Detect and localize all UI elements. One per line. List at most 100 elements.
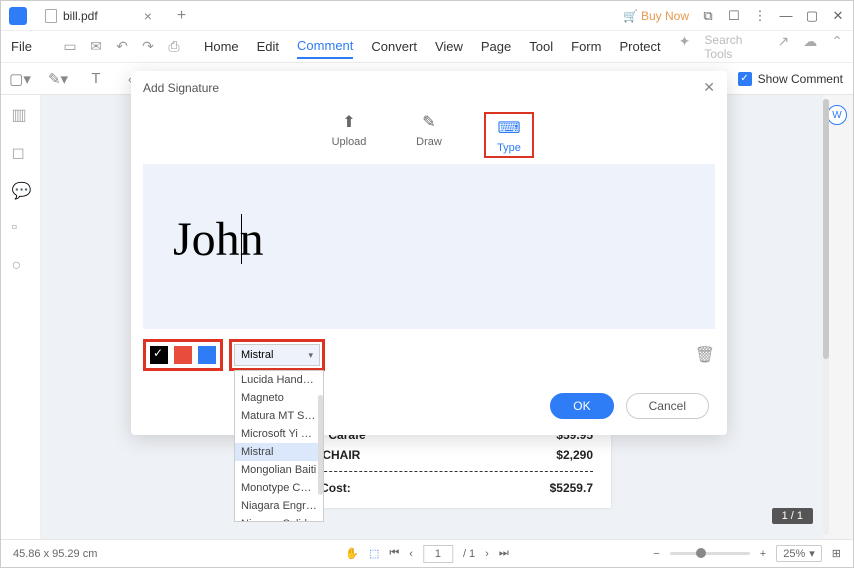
show-comment-label: Show Comment xyxy=(758,72,843,86)
show-comment-checkbox[interactable]: ✓ xyxy=(738,72,752,86)
maximize-button[interactable]: ▢ xyxy=(805,8,819,24)
color-black[interactable] xyxy=(150,346,168,364)
zoom-in-icon[interactable]: + xyxy=(760,548,766,560)
mail-icon[interactable]: ✉ xyxy=(88,39,104,55)
share-icon[interactable]: ⧉ xyxy=(701,8,715,24)
wand-icon[interactable]: ✦ xyxy=(679,33,691,61)
font-option[interactable]: Niagara Solid xyxy=(235,515,323,522)
menu-edit[interactable]: Edit xyxy=(257,35,279,58)
font-option[interactable]: Lucida Handwri... xyxy=(235,371,323,389)
kebab-icon[interactable]: ⋮ xyxy=(753,8,767,24)
ok-button[interactable]: OK xyxy=(550,393,613,419)
highlight-tool-icon[interactable]: ✎▾ xyxy=(49,70,67,88)
trash-icon[interactable]: 🗑 xyxy=(695,345,715,365)
menu-tool[interactable]: Tool xyxy=(529,35,553,58)
note-tool-icon[interactable]: ▢▾ xyxy=(11,70,29,88)
font-selected: Mistral xyxy=(241,349,273,361)
attachment-icon[interactable]: ▫ xyxy=(12,219,30,237)
color-red[interactable] xyxy=(174,346,192,364)
text-caret xyxy=(241,214,242,264)
minimize-button[interactable]: — xyxy=(779,8,793,23)
close-button[interactable]: ✕ xyxy=(831,8,845,24)
tab-close-icon[interactable]: × xyxy=(144,8,152,24)
fit-page-icon[interactable]: ⊞ xyxy=(832,547,841,560)
document-tab[interactable]: bill.pdf × xyxy=(35,1,162,30)
color-swatch-group xyxy=(143,339,223,371)
font-option[interactable]: Mongolian Baiti xyxy=(235,461,323,479)
draw-icon: ✎ xyxy=(419,112,439,132)
bookmark-icon[interactable]: ◻ xyxy=(12,143,30,161)
zoom-value: 25% xyxy=(783,548,805,560)
thumbnails-icon[interactable]: ▥ xyxy=(12,105,30,123)
total-price: $5259.7 xyxy=(550,481,593,495)
menu-view[interactable]: View xyxy=(435,35,463,58)
font-option-selected[interactable]: Mistral xyxy=(235,443,323,461)
add-signature-modal: Add Signature ✕ ⬆ Upload ✎ Draw ⌨ Type J… xyxy=(131,71,727,435)
tab-draw[interactable]: ✎ Draw xyxy=(404,112,454,158)
print-icon[interactable]: ⎙ xyxy=(166,39,182,55)
tab-filename: bill.pdf xyxy=(63,9,98,23)
font-dropdown-list: Lucida Handwri... Magneto Matura MT Scri… xyxy=(234,370,324,522)
modal-title: Add Signature xyxy=(143,81,219,95)
search-tools-input[interactable]: Search Tools xyxy=(704,33,763,61)
menu-home[interactable]: Home xyxy=(204,35,239,58)
keyboard-icon: ⌨ xyxy=(499,118,519,138)
font-option[interactable]: Microsoft Yi Baiti xyxy=(235,425,323,443)
tab-type[interactable]: ⌨ Type xyxy=(484,112,534,158)
select-tool-icon[interactable]: ⬚ xyxy=(369,547,379,560)
item-price: $2,290 xyxy=(556,448,593,462)
color-blue[interactable] xyxy=(198,346,216,364)
app-icon xyxy=(9,7,27,25)
comment-panel-icon[interactable]: 💬 xyxy=(12,181,30,199)
tab-type-label: Type xyxy=(497,142,521,154)
divider xyxy=(289,471,593,472)
next-page-icon[interactable]: › xyxy=(485,548,489,560)
font-option[interactable]: Magneto xyxy=(235,389,323,407)
zoom-out-icon[interactable]: − xyxy=(653,548,659,560)
zoom-slider[interactable] xyxy=(670,552,750,555)
save-icon[interactable]: ▭ xyxy=(62,39,78,55)
page-total: / 1 xyxy=(463,548,475,560)
dropdown-scrollbar[interactable] xyxy=(318,395,323,495)
page-number-input[interactable]: 1 xyxy=(423,545,453,563)
chevron-down-icon: ▾ xyxy=(308,350,313,361)
text-tool-icon[interactable]: T xyxy=(87,70,105,88)
font-dropdown[interactable]: Mistral ▾ xyxy=(234,344,320,366)
cloud-icon[interactable]: ☁ xyxy=(803,33,817,61)
font-option[interactable]: Matura MT Scrip... xyxy=(235,407,323,425)
notify-icon[interactable]: ☐ xyxy=(727,8,741,24)
collapse-icon[interactable]: ⌃ xyxy=(831,33,843,61)
menu-convert[interactable]: Convert xyxy=(371,35,417,58)
menu-file[interactable]: File xyxy=(11,35,32,58)
menu-page[interactable]: Page xyxy=(481,35,511,58)
table-row: NING CHAIR $2,290 xyxy=(289,445,593,465)
zoom-dropdown[interactable]: 25%▾ xyxy=(776,545,822,562)
font-option[interactable]: Niagara Engraved xyxy=(235,497,323,515)
zoom-slider-knob[interactable] xyxy=(696,548,706,558)
cancel-button[interactable]: Cancel xyxy=(626,393,709,419)
signature-text: John xyxy=(173,212,264,267)
buy-now-label: Buy Now xyxy=(641,9,689,23)
redo-icon[interactable]: ↷ xyxy=(140,39,156,55)
hand-tool-icon[interactable]: ✋ xyxy=(345,547,359,560)
tab-upload[interactable]: ⬆ Upload xyxy=(324,112,374,158)
tab-draw-label: Draw xyxy=(416,136,442,148)
modal-close-icon[interactable]: ✕ xyxy=(703,79,715,96)
menu-protect[interactable]: Protect xyxy=(619,35,660,58)
first-page-icon[interactable]: ⏮ xyxy=(389,547,399,560)
undo-icon[interactable]: ↶ xyxy=(114,39,130,55)
scrollbar-thumb[interactable] xyxy=(823,99,829,359)
menu-comment[interactable]: Comment xyxy=(297,34,353,59)
last-page-icon[interactable]: ⏭ xyxy=(499,547,509,560)
search-panel-icon[interactable]: ○ xyxy=(12,257,30,275)
new-tab-button[interactable]: + xyxy=(177,7,186,25)
font-dropdown-wrap: Mistral ▾ Lucida Handwri... Magneto Matu… xyxy=(229,339,325,371)
file-icon xyxy=(45,9,57,23)
signature-canvas[interactable]: John xyxy=(143,164,715,329)
external-icon[interactable]: ↗ xyxy=(778,33,790,61)
buy-now-button[interactable]: 🛒 Buy Now xyxy=(623,9,689,23)
menu-form[interactable]: Form xyxy=(571,35,601,58)
font-option[interactable]: Monotype Corsiva xyxy=(235,479,323,497)
word-export-icon[interactable]: W xyxy=(827,105,847,125)
prev-page-icon[interactable]: ‹ xyxy=(409,548,413,560)
